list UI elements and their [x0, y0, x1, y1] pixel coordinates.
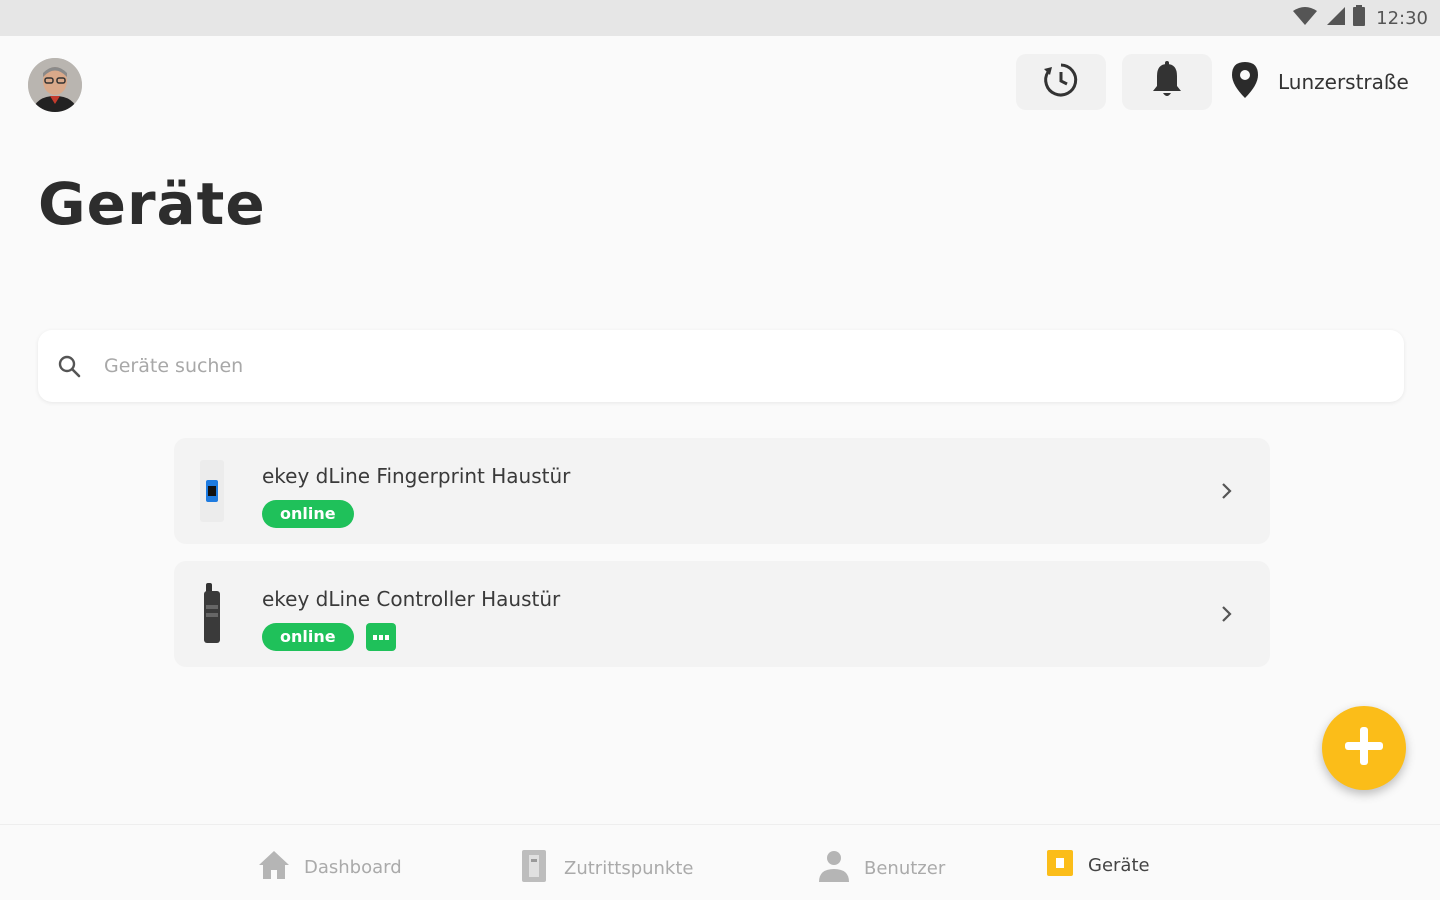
- history-button[interactable]: [1016, 54, 1106, 110]
- controller-icon: [196, 583, 228, 645]
- nav-item-access-points[interactable]: Zutrittspunkte: [520, 849, 694, 887]
- chevron-right-icon: [1218, 482, 1236, 500]
- device-card-controller[interactable]: ekey dLine Controller Haustür online: [174, 561, 1270, 667]
- nav-item-users[interactable]: Benutzer: [818, 849, 945, 887]
- wifi-icon: [1292, 6, 1318, 30]
- module-icon: [365, 623, 396, 651]
- user-icon: [818, 849, 850, 887]
- bell-icon: [1150, 61, 1184, 103]
- status-icons: 12:30: [1292, 5, 1428, 31]
- status-time: 12:30: [1376, 7, 1428, 29]
- add-device-button[interactable]: [1322, 706, 1406, 790]
- nav-item-devices[interactable]: Geräte: [1046, 849, 1150, 881]
- device-badges: online: [262, 500, 354, 528]
- device-badges: online: [262, 623, 396, 651]
- avatar[interactable]: [28, 58, 82, 112]
- location-selector[interactable]: Lunzerstraße: [1228, 58, 1409, 106]
- battery-icon: [1352, 5, 1366, 31]
- signal-icon: [1324, 6, 1346, 30]
- history-icon: [1042, 61, 1080, 103]
- nav-label: Dashboard: [304, 856, 402, 878]
- device-name: ekey dLine Controller Haustür: [262, 587, 561, 611]
- notifications-button[interactable]: [1122, 54, 1212, 110]
- plus-icon: [1342, 724, 1386, 772]
- device-list: ekey dLine Fingerprint Haustür online ek…: [174, 438, 1270, 684]
- search-icon: [56, 353, 82, 379]
- nav-label: Geräte: [1088, 854, 1150, 876]
- device-name: ekey dLine Fingerprint Haustür: [262, 464, 571, 488]
- nav-label: Zutrittspunkte: [564, 857, 694, 879]
- search-bar[interactable]: [38, 330, 1404, 402]
- nav-label: Benutzer: [864, 857, 946, 879]
- home-icon: [258, 849, 290, 885]
- fingerprint-reader-icon: [196, 460, 228, 522]
- door-icon: [520, 849, 550, 887]
- device-card-fingerprint[interactable]: ekey dLine Fingerprint Haustür online: [174, 438, 1270, 544]
- status-badge: online: [262, 623, 354, 651]
- location-label: Lunzerstraße: [1278, 70, 1409, 94]
- bottom-navigation: Dashboard Zutrittspunkte Benutzer Geräte: [0, 824, 1440, 900]
- status-bar: 12:30: [0, 0, 1440, 36]
- device-icon: [1046, 849, 1074, 881]
- chevron-right-icon: [1218, 605, 1236, 623]
- nav-item-dashboard[interactable]: Dashboard: [258, 849, 402, 885]
- location-pin-icon: [1228, 60, 1262, 104]
- page-title: Geräte: [38, 170, 266, 238]
- search-input[interactable]: [104, 355, 1304, 377]
- status-badge: online: [262, 500, 354, 528]
